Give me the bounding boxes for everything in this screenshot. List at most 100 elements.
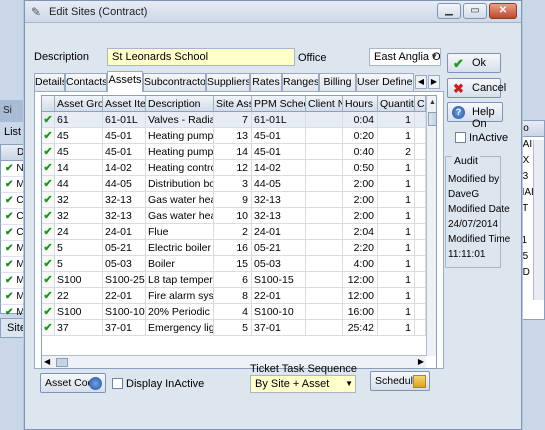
tab-subcontractors[interactable]: Subcontractors <box>143 73 206 91</box>
table-row[interactable]: ✔ 5 05-03 Boiler 15 05-03 4:00 1 <box>42 256 426 272</box>
cell-asset-item[interactable]: 05-21 <box>103 240 146 256</box>
cell-ppm-schedule[interactable]: 05-21 <box>252 240 306 256</box>
cell-asset-item[interactable]: S100-25 <box>103 272 146 288</box>
cell-asset-item[interactable]: 32-13 <box>103 192 146 208</box>
grid-header-ppm-schedule[interactable]: PPM Schedule <box>252 96 306 112</box>
grid-header-client-no[interactable]: Client No <box>306 96 343 112</box>
schedule-button[interactable]: Schedule <box>370 371 430 391</box>
cell-c[interactable] <box>415 160 426 176</box>
asset-code-button[interactable]: Asset Code <box>40 373 106 393</box>
cell-asset-item[interactable]: 45-01 <box>103 128 146 144</box>
cell-client-no[interactable] <box>306 160 343 176</box>
tab-billing[interactable]: Billing <box>319 73 356 91</box>
grid-header-quantity[interactable]: Quantity <box>378 96 415 112</box>
dialog-titlebar[interactable]: ✎ Edit Sites (Contract) ▁ ▭ ✕ <box>25 1 521 23</box>
cell-description[interactable]: Boiler <box>146 256 214 272</box>
cell-client-no[interactable] <box>306 288 343 304</box>
table-row[interactable]: ✔4545-01Heating pumps in n1445-010:402 <box>42 144 426 160</box>
scroll-thumb-horizontal[interactable] <box>56 358 68 367</box>
cell-hours[interactable]: 2:00 <box>343 208 378 224</box>
cell-hours[interactable]: 25:42 <box>343 320 378 336</box>
cell-quantity[interactable]: 1 <box>378 176 415 192</box>
cell-ppm-schedule[interactable]: 32-13 <box>252 192 306 208</box>
cell-quantity[interactable]: 1 <box>378 160 415 176</box>
cell-asset-group[interactable]: 5 <box>55 240 103 256</box>
cell-description[interactable]: Valves - Radiator T <box>146 112 214 128</box>
cell-hours[interactable]: 2:04 <box>343 224 378 240</box>
cell-hours[interactable]: 4:00 <box>343 256 378 272</box>
cell-quantity[interactable]: 1 <box>378 112 415 128</box>
table-row[interactable]: ✔2222-01Fire alarm system822-0112:001 <box>42 288 426 304</box>
cell-hours[interactable]: 16:00 <box>343 304 378 320</box>
cell-asset-item[interactable]: S100-10 <box>103 304 146 320</box>
cell-asset-group[interactable]: 24 <box>55 224 103 240</box>
row-check-icon[interactable]: ✔ <box>42 160 55 176</box>
help-on-button[interactable]: ? Help On <box>447 102 503 130</box>
cell-ppm-schedule[interactable]: 24-01 <box>252 224 306 240</box>
ticket-task-sequence-dropdown[interactable]: By Site + Asset ▼ <box>250 375 356 393</box>
cell-description[interactable]: Heating pumps in n <box>146 144 214 160</box>
background-vertical-scrollbar[interactable] <box>533 140 544 300</box>
grid-header-description[interactable]: Description <box>146 96 214 112</box>
cell-ppm-schedule[interactable]: 37-01 <box>252 320 306 336</box>
cell-c[interactable] <box>415 176 426 192</box>
cell-c[interactable] <box>415 144 426 160</box>
cell-c[interactable] <box>415 224 426 240</box>
cell-description[interactable]: Emergency lighting <box>146 320 214 336</box>
cell-client-no[interactable] <box>306 192 343 208</box>
grid-header-c[interactable]: C <box>415 96 426 112</box>
cell-ppm-schedule[interactable]: 45-01 <box>252 144 306 160</box>
table-row[interactable]: ✔3737-01Emergency lighting537-0125:421 <box>42 320 426 336</box>
scroll-right-icon[interactable]: ▶ <box>418 357 424 366</box>
cell-asset-item[interactable]: 45-01 <box>103 144 146 160</box>
cell-client-no[interactable] <box>306 240 343 256</box>
row-check-icon[interactable]: ✔ <box>42 320 55 336</box>
cell-c[interactable] <box>415 288 426 304</box>
cell-site-asset[interactable]: 6 <box>214 272 252 288</box>
ok-button[interactable]: ✔ Ok <box>447 53 501 73</box>
cell-c[interactable] <box>415 320 426 336</box>
cell-asset-group[interactable]: 37 <box>55 320 103 336</box>
table-row[interactable]: ✔6161-01LValves - Radiator T761-01L0:041 <box>42 112 426 128</box>
tab-rates[interactable]: Rates <box>250 73 282 91</box>
row-check-icon[interactable]: ✔ <box>42 240 55 256</box>
cell-client-no[interactable] <box>306 112 343 128</box>
cell-asset-item[interactable]: 22-01 <box>103 288 146 304</box>
cell-c[interactable] <box>415 192 426 208</box>
cell-hours[interactable]: 2:00 <box>343 192 378 208</box>
cell-client-no[interactable] <box>306 208 343 224</box>
cell-quantity[interactable]: 1 <box>378 240 415 256</box>
cell-ppm-schedule[interactable]: 22-01 <box>252 288 306 304</box>
cell-asset-item[interactable]: 37-01 <box>103 320 146 336</box>
cell-ppm-schedule[interactable]: S100-10 <box>252 304 306 320</box>
row-check-icon[interactable]: ✔ <box>42 208 55 224</box>
table-row[interactable]: ✔S100S100-25L8 tap temperatur6S100-15 12:… <box>42 272 426 288</box>
cell-asset-group[interactable]: 14 <box>55 160 103 176</box>
cell-quantity[interactable]: 1 <box>378 288 415 304</box>
table-row[interactable]: ✔1414-02Heating control pa1214-020:501 <box>42 160 426 176</box>
cell-asset-group[interactable]: 22 <box>55 288 103 304</box>
cell-asset-item[interactable]: 24-01 <box>103 224 146 240</box>
cell-asset-group[interactable]: 32 <box>55 208 103 224</box>
cell-hours[interactable]: 0:04 <box>343 112 378 128</box>
cell-hours[interactable]: 0:20 <box>343 128 378 144</box>
cell-client-no[interactable] <box>306 272 343 288</box>
cell-quantity[interactable]: 1 <box>378 192 415 208</box>
display-inactive-checkbox[interactable] <box>112 378 123 389</box>
cell-ppm-schedule[interactable]: 05-03 <box>252 256 306 272</box>
cell-site-asset[interactable]: 16 <box>214 240 252 256</box>
table-row[interactable]: ✔S100S100-1020% Periodic test4S100-1016:… <box>42 304 426 320</box>
cell-asset-group[interactable]: 45 <box>55 144 103 160</box>
scroll-thumb[interactable] <box>428 112 436 126</box>
tab-ranges[interactable]: Ranges <box>282 73 319 91</box>
row-check-icon[interactable]: ✔ <box>42 128 55 144</box>
grid-header-asset-item[interactable]: Asset Item <box>103 96 146 112</box>
cell-ppm-schedule[interactable]: 44-05 <box>252 176 306 192</box>
row-check-icon[interactable]: ✔ <box>42 144 55 160</box>
cell-hours[interactable]: 0:50 <box>343 160 378 176</box>
cell-asset-item[interactable]: 61-01L <box>103 112 146 128</box>
cell-description[interactable]: L8 tap temperatur <box>146 272 214 288</box>
cell-site-asset[interactable]: 4 <box>214 304 252 320</box>
table-row[interactable]: ✔4444-05Distribution boards344-052:001 <box>42 176 426 192</box>
cell-quantity[interactable]: 1 <box>378 256 415 272</box>
